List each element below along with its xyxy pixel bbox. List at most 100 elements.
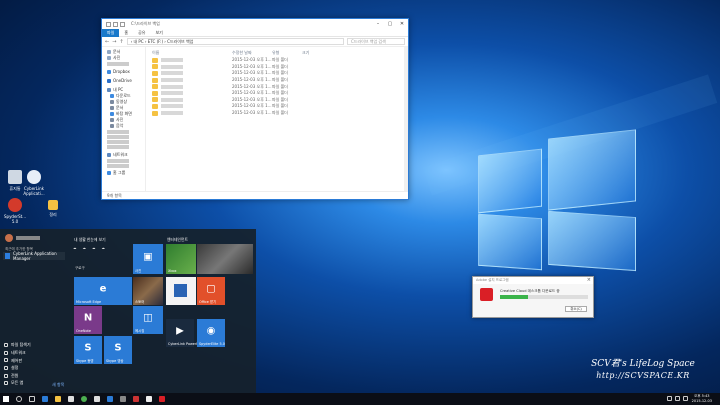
edge-icon: e [99, 283, 107, 295]
blurred-item [107, 62, 129, 66]
start-item-network[interactable]: 네트워크 [4, 349, 31, 357]
cell-date: 2015-12-03 오후 1... [232, 96, 272, 102]
user-account[interactable] [5, 234, 40, 242]
tile-skype[interactable]: S Skype 동영 [74, 336, 102, 364]
adobe-installer-dialog[interactable]: Adobe 설치 프로그램 × Creative Cloud 데스크톱 다운로드… [472, 276, 594, 318]
weather-tile[interactable]: ☁ ☁ ☁ ☁ 구로구 [73, 243, 129, 273]
close-button[interactable]: ✕ [396, 19, 408, 29]
file-explorer-window[interactable]: C:\드라이브 백업 – ▢ ✕ 파일 홈 공유 보기 ← → ↑ › 내 PC… [101, 18, 409, 200]
properties-icon[interactable] [113, 21, 118, 27]
table-row[interactable]: 2015-12-03 오후 1... 파일 폴더 [152, 110, 408, 117]
tile-movies[interactable] [197, 244, 253, 274]
folder-icon [152, 57, 158, 63]
tab-home[interactable]: 홈 [119, 30, 133, 36]
column-date[interactable]: 수정한 날짜 [232, 50, 272, 56]
start-button[interactable] [0, 393, 12, 405]
tab-share[interactable]: 공유 [133, 30, 150, 36]
desktop-icon-folder[interactable]: 정리 [39, 200, 67, 217]
tab-file[interactable]: 파일 [102, 28, 120, 37]
taskbar-edge[interactable] [38, 393, 51, 405]
dropbox-icon [107, 70, 111, 74]
address-bar[interactable]: › 내 PC › ETC (F:) › C드라이브 백업 [126, 38, 344, 45]
progress-bar [500, 295, 588, 299]
desktop-icon-cyberlink[interactable]: CyberLink Applicati... [20, 170, 48, 196]
taskbar-app2[interactable] [116, 393, 129, 405]
table-row[interactable]: 2015-12-03 오후 1... 파일 폴더 [152, 83, 408, 90]
start-item-all-apps[interactable]: 모든 앱 [4, 379, 31, 387]
cloud-icon: ☁ [101, 246, 106, 250]
start-item-power[interactable]: 전원 [4, 372, 31, 380]
start-item-control-panel[interactable]: 제어판 [4, 357, 31, 365]
network-icon[interactable] [667, 396, 672, 401]
tile-blank[interactable] [166, 277, 196, 305]
explorer-titlebar[interactable]: C:\드라이브 백업 – ▢ ✕ [102, 19, 408, 29]
cyberlink-icon [5, 253, 10, 259]
maximize-button[interactable]: ▢ [384, 19, 396, 29]
nav-item-pictures[interactable]: 사진 [107, 55, 145, 61]
taskbar-player[interactable] [103, 393, 116, 405]
table-row[interactable]: 2015-12-03 오후 1... 파일 폴더 [152, 70, 408, 77]
tile-photos[interactable]: ▣ 사진 [133, 244, 163, 274]
nav-item-onedrive[interactable]: OneDrive [107, 78, 145, 84]
column-name[interactable]: 이름 [152, 50, 232, 56]
tile-spyderelite[interactable]: ◉ SpyderElite 5.0 [197, 319, 225, 347]
table-row[interactable]: 2015-12-03 오후 1... 파일 폴더 [152, 90, 408, 97]
tile-powerdvd[interactable]: ▶ CyberLink PowerDVD 15 [166, 319, 209, 347]
cell-type: 파일 폴더 [272, 110, 288, 116]
search-input[interactable]: C드라이브 백업 검색 [347, 38, 405, 45]
tile-office[interactable]: ▢ Office 받기 [197, 277, 225, 305]
xbox-icon: Xbox [168, 269, 177, 273]
table-row[interactable]: 2015-12-03 오후 1... 파일 폴더 [152, 57, 408, 64]
app-icon [119, 396, 126, 402]
start-left-pane: 최근에 추가한 항목 CyberLink Application Manager… [0, 229, 68, 393]
cell-type: 파일 폴더 [272, 63, 288, 69]
new-folder-icon[interactable] [120, 21, 125, 27]
cancel-button[interactable]: 취소(C) [565, 306, 587, 312]
taskbar-adobe[interactable] [155, 393, 168, 405]
tile-messaging[interactable]: ◫ 메시징 [133, 306, 163, 334]
blurred-filename [161, 84, 183, 89]
tile-skype-video[interactable]: S Skype 영상 [104, 336, 132, 364]
nav-item-music[interactable]: 음악 [107, 123, 145, 129]
taskbar-search[interactable] [12, 393, 25, 405]
taskbar-explorer[interactable] [51, 393, 64, 405]
taskbar-store[interactable] [64, 393, 77, 405]
store-icon [67, 396, 74, 402]
tile-onenote[interactable]: N OneNote [74, 306, 102, 334]
tile-store[interactable]: 스토어 [133, 277, 163, 305]
taskbar-app[interactable] [90, 393, 103, 405]
nav-item-homegroup[interactable]: 홈 그룹 [107, 170, 145, 176]
column-type[interactable]: 유형 [272, 50, 302, 56]
keyboard-icon[interactable] [683, 396, 688, 401]
minimize-button[interactable]: – [372, 19, 384, 29]
table-row[interactable]: 2015-12-03 오후 1... 파일 폴더 [152, 77, 408, 84]
nav-item-dropbox[interactable]: Dropbox [107, 69, 145, 75]
tile-xbox[interactable]: Xbox [166, 244, 196, 274]
edge-icon [41, 396, 48, 402]
taskbar-app4[interactable] [142, 393, 155, 405]
back-arrow-icon[interactable]: ← [105, 39, 109, 45]
taskbar-taskview[interactable] [25, 393, 38, 405]
scrollbar[interactable] [404, 47, 408, 191]
taskbar-clock[interactable]: 오후 5:43 2015-12-03 [692, 394, 712, 404]
desktop-icon-spyder[interactable]: SpyderSt... 5.0 [1, 198, 29, 224]
up-arrow-icon[interactable]: ↑ [119, 39, 123, 45]
documents-icon [107, 50, 111, 54]
table-row[interactable]: 2015-12-03 오후 1... 파일 폴더 [152, 103, 408, 110]
watermark-title: SCV君's LifeLog Space [591, 359, 695, 369]
forward-arrow-icon[interactable]: → [112, 39, 116, 45]
app-icon [174, 284, 187, 297]
nav-item-network[interactable]: 네트워크 [107, 152, 145, 158]
start-item-explorer[interactable]: 파일 탐색기 [4, 341, 31, 349]
volume-icon[interactable] [675, 396, 680, 401]
blurred-drive [107, 140, 129, 144]
close-icon[interactable]: × [587, 277, 591, 283]
taskbar-chrome[interactable] [77, 393, 90, 405]
tile-edge[interactable]: e Microsoft Edge [74, 277, 132, 305]
column-size[interactable]: 크기 [302, 50, 332, 56]
recent-app-item[interactable]: CyberLink Application Manager [3, 251, 65, 261]
start-item-settings[interactable]: 설정 [4, 364, 31, 372]
tab-view[interactable]: 보기 [150, 30, 167, 36]
taskbar-app3[interactable] [129, 393, 142, 405]
taskbar: 오후 5:43 2015-12-03 [0, 393, 720, 405]
